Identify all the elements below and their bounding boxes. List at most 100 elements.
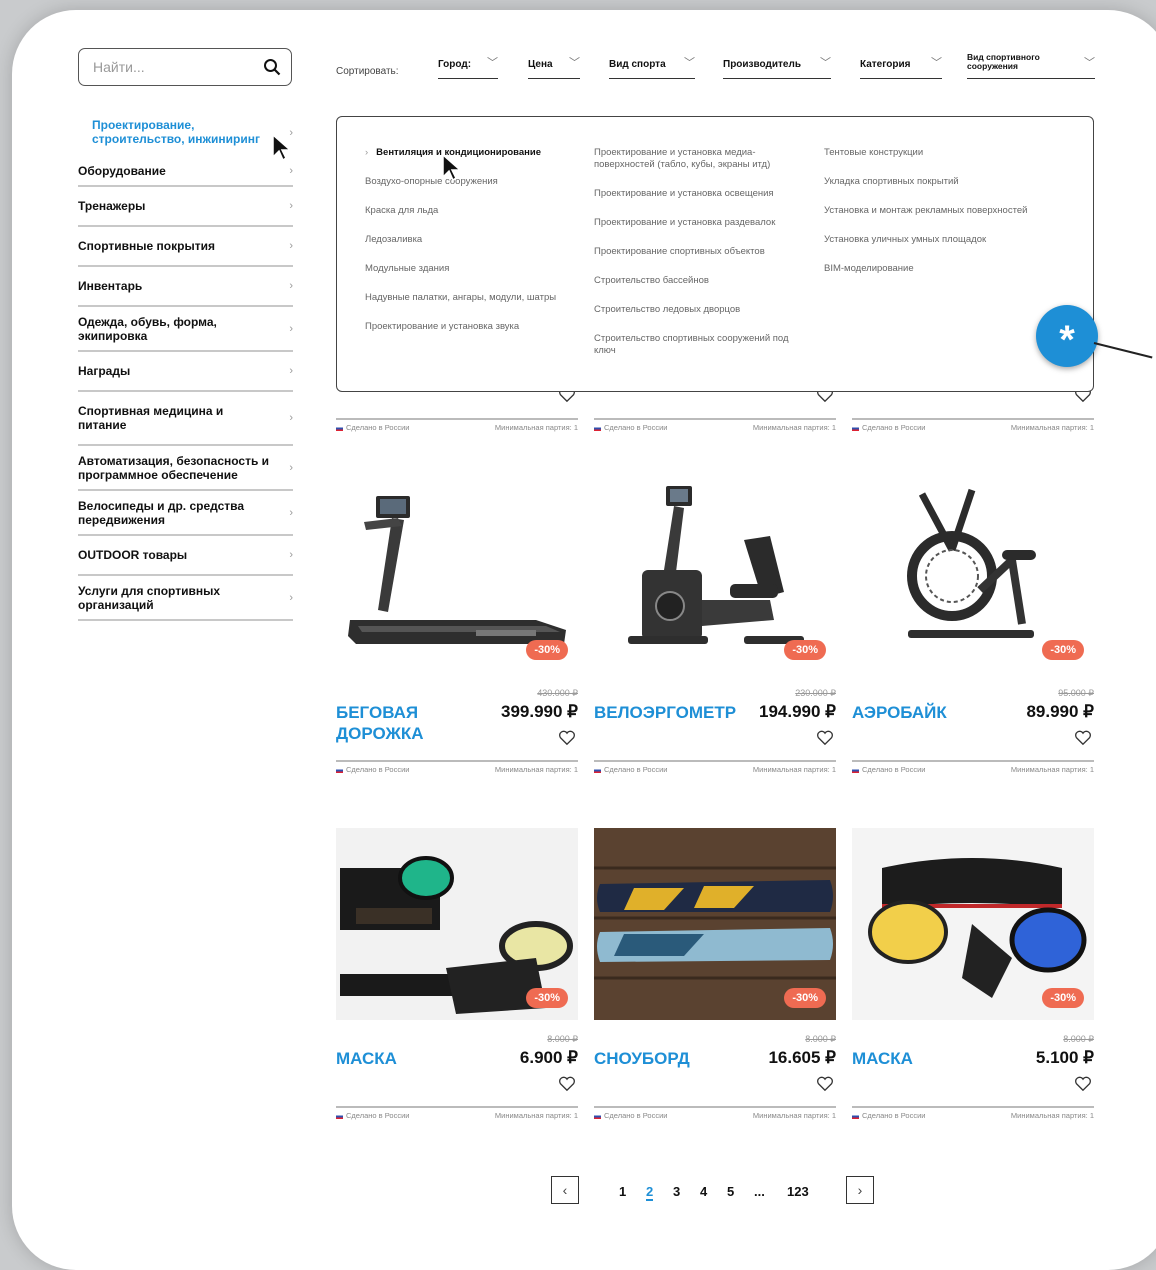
- dropdown-item[interactable]: Тентовые конструкции: [824, 147, 1064, 159]
- dropdown-item[interactable]: Укладка спортивных покрытий: [824, 176, 1064, 188]
- filter-price[interactable]: Цена ﹀: [528, 58, 580, 79]
- search-input[interactable]: [93, 59, 243, 75]
- min-batch-label: Минимальная партия: 1: [1010, 765, 1094, 774]
- dropdown-item[interactable]: Строительство бассейнов: [594, 275, 809, 287]
- filter-category[interactable]: Категория ﹀: [860, 58, 942, 79]
- sidebar-item-coverings[interactable]: Спортивные покрытия ›: [78, 227, 293, 267]
- heart-icon[interactable]: [816, 730, 834, 746]
- product-image[interactable]: -30%: [594, 828, 836, 1020]
- filter-manufacturer[interactable]: Производитель ﹀: [723, 58, 831, 79]
- product-price: 194.990 ₽: [759, 702, 836, 721]
- dropdown-item[interactable]: Строительство ледовых дворцов: [594, 304, 809, 316]
- filter-city[interactable]: Город: ﹀: [438, 58, 498, 79]
- sidebar-item-services[interactable]: Услуги для спортивных организаций ›: [78, 576, 293, 621]
- russia-flag-icon: [852, 425, 859, 431]
- made-in-label: Сделано в России: [604, 423, 668, 432]
- dropdown-item[interactable]: Установка уличных умных площадок: [824, 234, 1064, 246]
- page-link[interactable]: 1: [619, 1184, 626, 1199]
- product-image[interactable]: -30%: [852, 828, 1094, 1020]
- next-page-button[interactable]: ›: [846, 1176, 874, 1204]
- dropdown-item-ventilation[interactable]: › Вентиляция и кондиционирование: [365, 147, 575, 159]
- dropdown-item[interactable]: Модульные здания: [365, 263, 575, 275]
- made-in-label: Сделано в России: [604, 1111, 668, 1120]
- annotation-line: [1093, 342, 1153, 359]
- russia-flag-icon: [336, 425, 343, 431]
- product-meta: Сделано в России Минимальная партия: 1: [336, 1106, 578, 1120]
- product-price: 5.100 ₽: [1035, 1048, 1094, 1067]
- dropdown-column-2: Проектирование и установка медиа-поверхн…: [594, 147, 809, 374]
- heart-icon[interactable]: [1074, 1076, 1092, 1092]
- dropdown-item[interactable]: Проектирование и установка медиа-поверхн…: [594, 147, 809, 171]
- dropdown-item[interactable]: Проектирование спортивных объектов: [594, 246, 809, 258]
- sidebar-item-equipment[interactable]: Оборудование ›: [78, 156, 293, 187]
- product-meta: Сделано в России Минимальная партия: 1: [594, 760, 836, 774]
- old-price: 8.000 ₽: [547, 1034, 578, 1044]
- search-box[interactable]: [78, 48, 292, 86]
- product-image[interactable]: -30%: [594, 480, 836, 672]
- min-batch-label: Минимальная партия: 1: [494, 765, 578, 774]
- product-price: 89.990 ₽: [1026, 702, 1094, 721]
- dropdown-item[interactable]: Проектирование и установка звука: [365, 321, 575, 333]
- heart-icon[interactable]: [816, 1076, 834, 1092]
- sidebar-item-trainers[interactable]: Тренажеры ›: [78, 187, 293, 227]
- filter-sport[interactable]: Вид спорта ﹀: [609, 58, 695, 79]
- heart-icon[interactable]: [1074, 730, 1092, 746]
- sidebar-item-label: Тренажеры: [78, 199, 146, 213]
- min-batch-label: Минимальная партия: 1: [1010, 423, 1094, 432]
- product-image[interactable]: -30%: [852, 480, 1094, 672]
- page-link[interactable]: 4: [700, 1184, 707, 1199]
- min-batch-label: Минимальная партия: 1: [1010, 1111, 1094, 1120]
- sidebar-item-automation[interactable]: Автоматизация, безопасность и программно…: [78, 446, 293, 491]
- product-image[interactable]: -30%: [336, 480, 578, 672]
- dropdown-item[interactable]: Установка и монтаж рекламных поверхносте…: [824, 205, 1064, 217]
- sidebar-item-bicycles[interactable]: Велосипеды и др. средства передвижения ›: [78, 491, 293, 536]
- dropdown-item[interactable]: BIM-моделирование: [824, 263, 1064, 275]
- heart-icon[interactable]: [558, 1076, 576, 1092]
- dropdown-item[interactable]: Воздухо-опорные сооружения: [365, 176, 575, 188]
- heart-icon[interactable]: [558, 730, 576, 746]
- dropdown-item[interactable]: Ледозаливка: [365, 234, 575, 246]
- min-batch-label: Минимальная партия: 1: [494, 423, 578, 432]
- chevron-right-icon: ›: [289, 549, 293, 561]
- chevron-right-icon: ›: [289, 506, 293, 519]
- made-in-label: Сделано в России: [346, 1111, 410, 1120]
- page-link-current[interactable]: 2: [646, 1184, 654, 1201]
- sidebar-item-awards[interactable]: Награды ›: [78, 352, 293, 392]
- filter-label: Вид спортивного сооружения: [967, 52, 1040, 71]
- made-in-label: Сделано в России: [346, 765, 410, 774]
- page-link[interactable]: 3: [673, 1184, 680, 1199]
- russia-flag-icon: [594, 767, 601, 773]
- made-in-label: Сделано в России: [604, 765, 668, 774]
- dropdown-item[interactable]: Краска для льда: [365, 205, 575, 217]
- product-image[interactable]: -30%: [336, 828, 578, 1020]
- chevron-right-icon: ›: [289, 365, 293, 377]
- sidebar-item-inventory[interactable]: Инвентарь ›: [78, 267, 293, 307]
- discount-badge: -30%: [784, 640, 826, 660]
- dropdown-item[interactable]: Надувные палатки, ангары, модули, шатры: [365, 292, 575, 304]
- mouse-cursor-icon: [272, 133, 292, 162]
- filter-facility[interactable]: Вид спортивного сооружения ﹀: [967, 52, 1095, 79]
- sidebar-item-design[interactable]: Проектирование, строительство, инжинирин…: [78, 110, 293, 156]
- made-in-label: Сделано в России: [862, 765, 926, 774]
- dropdown-item[interactable]: Проектирование и установка освещения: [594, 188, 809, 200]
- sidebar-item-label: Спортивная медицина и питание: [78, 404, 224, 432]
- min-batch-label: Минимальная партия: 1: [752, 765, 836, 774]
- sidebar-item-clothing[interactable]: Одежда, обувь, форма, экипировка ›: [78, 307, 293, 352]
- prev-page-button[interactable]: ‹: [551, 1176, 579, 1204]
- sidebar-item-medicine[interactable]: Спортивная медицина и питание ›: [78, 392, 293, 446]
- page-link[interactable]: 5: [727, 1184, 734, 1199]
- search-icon[interactable]: [263, 58, 281, 76]
- filter-label: Производитель: [723, 59, 801, 70]
- sidebar-item-outdoor[interactable]: OUTDOOR товары ›: [78, 536, 293, 576]
- dropdown-item[interactable]: Проектирование и установка раздевалок: [594, 217, 809, 229]
- sidebar-item-label: Инвентарь: [78, 279, 143, 293]
- dropdown-item[interactable]: Строительство спортивных сооружений под …: [594, 333, 809, 357]
- sidebar-item-label: Проектирование, строительство, инжинирин…: [92, 118, 260, 146]
- chevron-down-icon: ﹀: [569, 57, 580, 69]
- page-link[interactable]: 123: [787, 1184, 809, 1199]
- russia-flag-icon: [594, 1113, 601, 1119]
- filter-label: Категория: [860, 59, 911, 70]
- chevron-right-icon: ›: [365, 147, 369, 158]
- russia-flag-icon: [594, 425, 601, 431]
- product-meta: Сделано в России Минимальная партия: 1: [336, 418, 578, 432]
